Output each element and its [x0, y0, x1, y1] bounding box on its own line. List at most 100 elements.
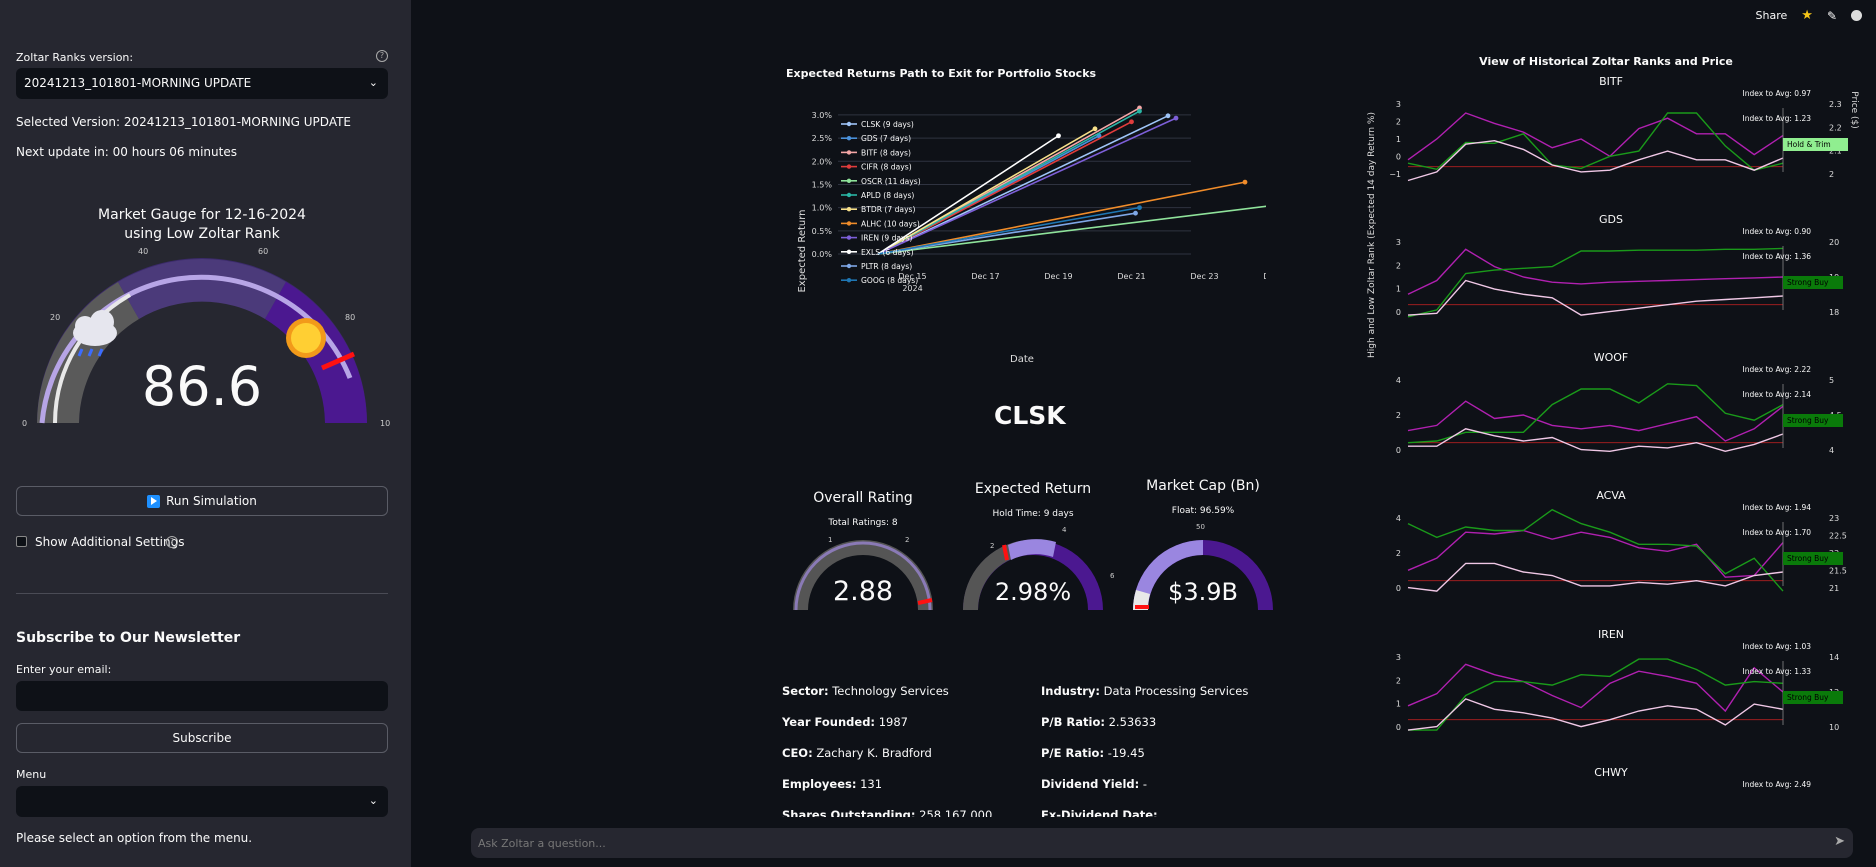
- index-to-avg-high: Index to Avg: 0.90: [1743, 227, 1812, 236]
- email-field[interactable]: [16, 681, 388, 711]
- right-tick: 5: [1829, 376, 1834, 385]
- history-chart: View of Historical Zoltar Ranks and Pric…: [1367, 55, 1859, 789]
- signal-badge-label: Strong Buy: [1787, 554, 1829, 563]
- legend-label: IREN (9 days): [861, 234, 913, 243]
- chevron-down-icon: ⌄: [368, 76, 378, 89]
- y-tick-label: 1.5%: [812, 180, 833, 189]
- main-area: Share ★ ✎ Expected Returns Path to Exit …: [411, 0, 1876, 867]
- panel-title: IREN: [1598, 628, 1624, 641]
- menu-hint: Please select an option from the menu.: [16, 831, 253, 845]
- series-endpoint: [1165, 113, 1171, 119]
- share-button[interactable]: Share: [1756, 9, 1788, 22]
- index-to-avg-high: Index to Avg: 1.94: [1743, 503, 1812, 512]
- price-line: [1407, 112, 1784, 171]
- returns-chart: Expected Returns Path to Exit for Portfo…: [786, 67, 1266, 365]
- subscribe-button[interactable]: Subscribe: [16, 723, 388, 753]
- series-endpoint: [1137, 205, 1142, 211]
- low-rank-line: [1407, 698, 1784, 731]
- index-to-avg-high: Index to Avg: 0.97: [1743, 89, 1812, 98]
- right-tick: 18: [1829, 308, 1839, 317]
- cap-sub: Float: 96.59%: [1172, 506, 1235, 516]
- chat-input[interactable]: Ask Zoltar a question... ➤: [471, 828, 1853, 858]
- legend-marker: [846, 178, 852, 183]
- left-tick: −1: [1389, 170, 1401, 179]
- stock-info-right: Industry: Data Processing Services P/B R…: [1041, 684, 1248, 817]
- stock-ticker-title: CLSK: [994, 401, 1066, 430]
- y-tick-label: 0.5%: [812, 227, 833, 236]
- high-rank-line: [1407, 529, 1784, 578]
- help-icon[interactable]: ?: [376, 50, 388, 62]
- panel-title: BITF: [1599, 75, 1623, 88]
- panel-title: GDS: [1599, 213, 1623, 226]
- sun-icon: [286, 318, 326, 358]
- return-tick: 4: [1062, 526, 1067, 534]
- legend-label: BITF (8 days): [861, 148, 911, 157]
- index-to-avg-low: Index to Avg: 1.70: [1743, 528, 1812, 537]
- rating-tick: 1: [828, 536, 832, 544]
- panel-title: WOOF: [1594, 351, 1629, 364]
- right-tick: 2.3: [1829, 100, 1842, 109]
- info-row: Year Founded: 1987: [782, 715, 908, 729]
- market-gauge: Market Gauge for 12-16-2024 using Low Zo…: [22, 207, 390, 428]
- price-line: [1407, 508, 1784, 592]
- index-to-avg-low: Index to Avg: 2.14: [1743, 390, 1812, 399]
- newsletter-title: Subscribe to Our Newsletter: [16, 630, 241, 646]
- subscribe-label: Subscribe: [172, 731, 232, 745]
- run-simulation-button[interactable]: Run Simulation: [16, 486, 388, 516]
- edit-icon[interactable]: ✎: [1827, 9, 1837, 23]
- right-tick: 22.5: [1829, 532, 1847, 541]
- legend-marker: [846, 263, 852, 269]
- left-tick: 2: [1396, 549, 1401, 558]
- menu-select[interactable]: ⌄: [16, 786, 388, 817]
- run-simulation-label: Run Simulation: [166, 494, 257, 508]
- legend-label: EXLS (6 days): [861, 248, 914, 257]
- x-tick-label: Dec 19: [1044, 272, 1072, 281]
- info-row: Dividend Yield: -: [1041, 777, 1148, 791]
- rating-value: 2.88: [833, 576, 893, 607]
- series-endpoint: [1092, 126, 1098, 132]
- sidebar-divider: [16, 593, 388, 594]
- gauge-tick: 80: [345, 313, 355, 322]
- send-icon[interactable]: ➤: [1834, 834, 1845, 849]
- version-select-value: 20241213_101801-MORNING UPDATE: [24, 76, 252, 90]
- cap-tick: 50: [1196, 523, 1205, 531]
- legend-marker: [846, 278, 852, 283]
- left-tick: 1: [1396, 700, 1401, 709]
- left-tick: 3: [1396, 653, 1401, 662]
- cap-title: Market Cap (Bn): [1146, 478, 1260, 494]
- left-tick: 1: [1396, 285, 1401, 294]
- help-icon[interactable]: ?: [166, 536, 178, 548]
- left-tick: 0: [1396, 584, 1401, 593]
- gauge-title-1: Market Gauge for 12-16-2024: [98, 207, 306, 223]
- legend-marker: [846, 136, 852, 141]
- github-icon[interactable]: [1851, 10, 1862, 21]
- legend-marker: [846, 207, 852, 212]
- low-rank-line: [1407, 279, 1784, 316]
- right-tick: 21.5: [1829, 567, 1847, 576]
- signal-badge-label: Strong Buy: [1787, 278, 1829, 287]
- returns-chart-title: Expected Returns Path to Exit for Portfo…: [786, 67, 1097, 80]
- menu-label: Menu: [16, 768, 47, 781]
- legend-marker: [846, 221, 852, 226]
- show-settings-checkbox[interactable]: [16, 536, 27, 547]
- left-tick: 2: [1396, 676, 1401, 685]
- history-title: View of Historical Zoltar Ranks and Pric…: [1479, 55, 1733, 68]
- star-icon[interactable]: ★: [1801, 8, 1813, 23]
- legend-label: BTDR (7 days): [861, 205, 916, 214]
- gauge-tick: 20: [50, 313, 60, 322]
- version-select[interactable]: 20241213_101801-MORNING UPDATE ⌄: [16, 68, 388, 99]
- high-rank-line: [1407, 248, 1784, 295]
- index-to-avg-low: Index to Avg: 1.33: [1743, 667, 1812, 676]
- series-endpoint: [1173, 115, 1179, 121]
- signal-badge-label: Hold & Trim: [1787, 140, 1831, 149]
- right-tick: 20: [1829, 238, 1839, 247]
- return-tick: 2: [990, 542, 994, 550]
- history-ylabel-left: High and Low Zoltar Rank (Expected 14 da…: [1367, 112, 1377, 358]
- index-to-avg-high: Index to Avg: 2.49: [1743, 780, 1812, 789]
- high-rank-line: [1407, 400, 1784, 442]
- history-ylabel-right: Price ($): [1849, 91, 1859, 129]
- info-row: Ex-Dividend Date:: [1041, 808, 1158, 817]
- signal-badge-label: Strong Buy: [1787, 693, 1829, 702]
- history-panel-gds: GDS3210201918Index to Avg: 0.90Index to …: [1396, 213, 1843, 318]
- y-tick-label: 0.0%: [812, 250, 833, 259]
